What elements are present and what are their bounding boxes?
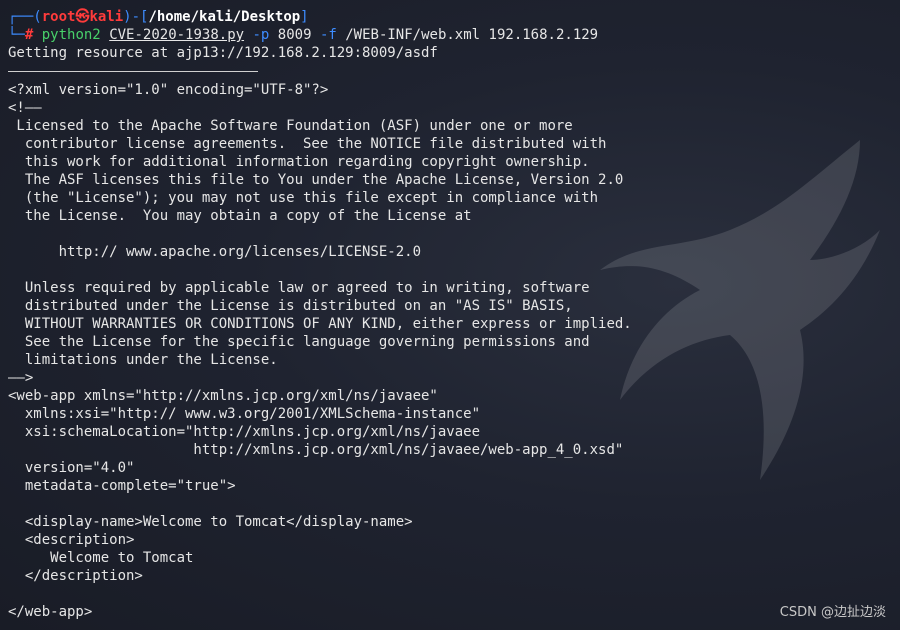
- output-line: WITHOUT WARRANTIES OR CONDITIONS OF ANY …: [8, 316, 632, 332]
- command-line[interactable]: └─# python2 CVE-2020-1938.py -p 8009 -f …: [8, 26, 892, 44]
- csdn-watermark: CSDN @边扯边淡: [779, 605, 886, 620]
- output-line: contributor license agreements. See the …: [8, 136, 607, 152]
- prompt-separator: )-[: [123, 9, 149, 25]
- output-line: (the "License"); you may not use this fi…: [8, 190, 599, 206]
- terminal-output: ┌──(root㉿kali)-[/home/kali/Desktop] └─# …: [8, 8, 892, 621]
- output-line: <?xml version="1.0" encoding="UTF-8"?>: [8, 82, 329, 98]
- prompt-hash: #: [24, 27, 34, 43]
- xml-output: <?xml version="1.0" encoding="UTF-8"?> <…: [8, 81, 892, 621]
- prompt-corner-bottom: └─: [8, 27, 25, 43]
- prompt-close-bracket: ]: [300, 9, 309, 25]
- command-program: python2: [41, 27, 101, 43]
- output-line: </description>: [8, 568, 143, 584]
- output-line: xsi:schemaLocation="http://xmlns.jcp.org…: [8, 424, 481, 440]
- output-line: xmlns:xsi="http:// www.w3.org/2001/XMLSc…: [8, 406, 481, 422]
- output-line: <!——: [8, 100, 42, 116]
- output-line: http:// www.apache.org/licenses/LICENSE-…: [8, 244, 422, 260]
- prompt-corner-top: ┌──(: [8, 9, 42, 25]
- prompt-host: kali: [89, 9, 124, 25]
- command-file: /WEB-INF/web.xml: [345, 27, 481, 43]
- output-line: the License. You may obtain a copy of th…: [8, 208, 472, 224]
- output-line: version="4.0": [8, 460, 135, 476]
- output-line: Licensed to the Apache Software Foundati…: [8, 118, 573, 134]
- output-line: Welcome to Tomcat: [8, 550, 194, 566]
- output-line: this work for additional information reg…: [8, 154, 590, 170]
- output-line: metadata-complete="true">: [8, 478, 236, 494]
- prompt-user: root: [41, 9, 76, 25]
- command-script: CVE-2020-1938.py: [109, 27, 245, 43]
- command-ip: 192.168.2.129: [488, 27, 599, 43]
- output-line: The ASF licenses this file to You under …: [8, 172, 624, 188]
- output-line: See the License for the specific languag…: [8, 334, 590, 350]
- command-port: 8009: [277, 27, 312, 43]
- status-line: Getting resource at ajp13://192.168.2.12…: [8, 45, 438, 61]
- output-line: ——>: [8, 370, 34, 386]
- prompt-line: ┌──(root㉿kali)-[/home/kali/Desktop]: [8, 8, 892, 26]
- output-line: distributed under the License is distrib…: [8, 298, 573, 314]
- output-line: http://xmlns.jcp.org/xml/ns/javaee/web-a…: [8, 442, 624, 458]
- command-flag-p: -p: [252, 27, 270, 43]
- prompt-path: /home/kali/Desktop: [148, 9, 301, 25]
- output-line: </web-app>: [8, 604, 93, 620]
- output-line: <description>: [8, 532, 135, 548]
- output-line: <display-name>Welcome to Tomcat</display…: [8, 514, 413, 530]
- skull-icon: ㉿: [75, 9, 90, 25]
- command-flag-f: -f: [319, 27, 337, 43]
- terminal-window[interactable]: ┌──(root㉿kali)-[/home/kali/Desktop] └─# …: [0, 0, 900, 630]
- output-divider: [8, 62, 258, 72]
- output-line: Unless required by applicable law or agr…: [8, 280, 590, 296]
- output-line: limitations under the License.: [8, 352, 278, 368]
- output-line: <web-app xmlns="http://xmlns.jcp.org/xml…: [8, 388, 438, 404]
